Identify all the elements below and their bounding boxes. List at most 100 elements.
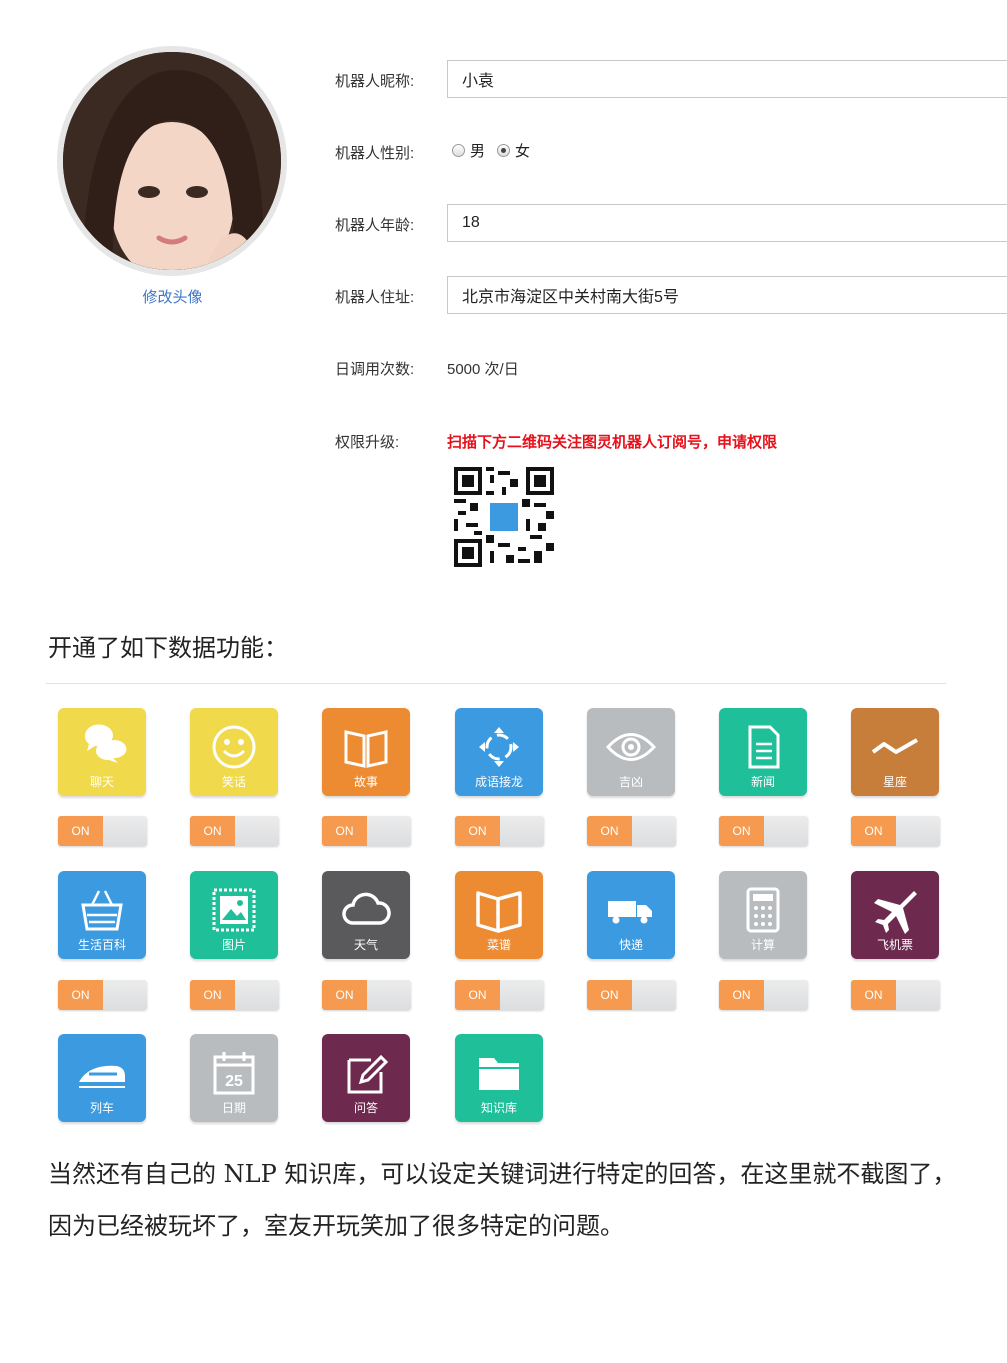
- feature-label: 天气: [353, 938, 378, 952]
- feature-toggle[interactable]: ON: [190, 980, 279, 1010]
- divider: [46, 683, 946, 684]
- feature-tile[interactable]: 成语接龙: [455, 708, 543, 796]
- address-label: 机器人住址:: [335, 289, 415, 306]
- chat-icon: [84, 724, 127, 763]
- daily-calls-value: 5000 次/日: [447, 361, 519, 378]
- feature-label: 快递: [618, 938, 643, 952]
- feature-label: 计算: [750, 938, 775, 952]
- folder-icon: [479, 1058, 519, 1090]
- toggle-on-label: ON: [322, 980, 367, 1010]
- feature-tile[interactable]: 问答: [322, 1034, 410, 1122]
- feature-label: 笑话: [221, 775, 246, 789]
- toggle-on-label: ON: [322, 816, 367, 846]
- feature-label: 菜谱: [486, 938, 511, 952]
- toggle-on-label: ON: [190, 816, 235, 846]
- feature-toggle[interactable]: ON: [719, 816, 808, 846]
- book-icon: [344, 730, 388, 768]
- feature-tile[interactable]: 笑话: [190, 708, 278, 796]
- basket-icon: [81, 890, 123, 931]
- feature-label: 列车: [89, 1101, 114, 1115]
- train-icon: [79, 1065, 125, 1088]
- address-input[interactable]: [447, 276, 1007, 314]
- feature-label: 吉凶: [618, 775, 643, 789]
- toggle-on-label: ON: [455, 980, 500, 1010]
- features-heading: 开通了如下数据功能：: [48, 634, 288, 662]
- calendar-day-label: 25: [225, 1073, 243, 1090]
- age-label: 机器人年龄:: [335, 217, 415, 234]
- feature-toggle[interactable]: ON: [455, 816, 544, 846]
- toggle-knob: [500, 980, 544, 1010]
- feature-tile[interactable]: 天气: [322, 871, 410, 959]
- age-input[interactable]: [447, 204, 1007, 242]
- feature-tile[interactable]: 聊天: [58, 708, 146, 796]
- feature-tile[interactable]: 知识库: [455, 1034, 543, 1122]
- toggle-on-label: ON: [455, 816, 500, 846]
- feature-toggle[interactable]: ON: [190, 816, 279, 846]
- truck-icon: [608, 901, 652, 924]
- feature-tile[interactable]: 菜谱: [455, 871, 543, 959]
- avatar-frame: [57, 46, 287, 276]
- feature-label: 聊天: [89, 775, 114, 789]
- toggle-knob: [764, 816, 808, 846]
- feature-label: 星座: [882, 775, 907, 789]
- feature-tile[interactable]: 飞机票: [851, 871, 939, 959]
- feature-tile[interactable]: 星座: [851, 708, 939, 796]
- edit-icon: [347, 1054, 389, 1094]
- picture-icon: [212, 888, 256, 932]
- toggle-knob: [103, 816, 147, 846]
- feature-toggle[interactable]: ON: [58, 980, 147, 1010]
- feature-tile[interactable]: 计算: [719, 871, 807, 959]
- feature-toggle[interactable]: ON: [719, 980, 808, 1010]
- feature-toggle[interactable]: ON: [587, 816, 676, 846]
- feature-label: 生活百科: [77, 938, 126, 952]
- toggle-knob: [103, 980, 147, 1010]
- feature-toggle[interactable]: ON: [58, 816, 147, 846]
- nickname-label: 机器人昵称:: [335, 73, 415, 90]
- feature-toggle[interactable]: ON: [455, 980, 544, 1010]
- toggle-knob: [235, 816, 279, 846]
- toggle-knob: [896, 980, 940, 1010]
- toggle-on-label: ON: [587, 980, 632, 1010]
- feature-toggle[interactable]: ON: [851, 816, 940, 846]
- nickname-input[interactable]: [447, 60, 1007, 98]
- toggle-knob: [367, 816, 411, 846]
- feature-tile[interactable]: 新闻: [719, 708, 807, 796]
- gender-label: 机器人性别:: [335, 145, 415, 162]
- feature-label: 日期: [221, 1101, 246, 1115]
- change-avatar-link[interactable]: 修改头像: [100, 286, 245, 307]
- feature-tile[interactable]: 快递: [587, 871, 675, 959]
- toggle-knob: [896, 816, 940, 846]
- toggle-knob: [367, 980, 411, 1010]
- zigzag-icon: [871, 738, 918, 754]
- toggle-knob: [500, 816, 544, 846]
- feature-tile[interactable]: 故事: [322, 708, 410, 796]
- feature-toggle[interactable]: ON: [322, 816, 411, 846]
- toggle-knob: [632, 816, 676, 846]
- feature-tile[interactable]: 25 日期: [190, 1034, 278, 1122]
- feature-toggle[interactable]: ON: [587, 980, 676, 1010]
- feature-label: 问答: [353, 1101, 378, 1115]
- toggle-on-label: ON: [851, 980, 896, 1010]
- toggle-on-label: ON: [587, 816, 632, 846]
- feature-tile[interactable]: 生活百科: [58, 871, 146, 959]
- cycle-icon: [479, 727, 519, 767]
- feature-toggle[interactable]: ON: [322, 980, 411, 1010]
- upgrade-label: 权限升级:: [335, 434, 400, 451]
- feature-tile[interactable]: 吉凶: [587, 708, 675, 796]
- gender-radio-group: 男 女: [452, 140, 542, 161]
- toggle-on-label: ON: [719, 816, 764, 846]
- feature-toggle[interactable]: ON: [851, 980, 940, 1010]
- calculator-icon: [746, 887, 780, 933]
- gender-female-label: 女: [515, 143, 531, 160]
- toggle-knob: [764, 980, 808, 1010]
- feature-label: 故事: [353, 775, 378, 789]
- qr-code: [454, 467, 554, 567]
- gender-male-radio[interactable]: [452, 144, 465, 157]
- toggle-on-label: ON: [58, 980, 103, 1010]
- feature-tile[interactable]: 列车: [58, 1034, 146, 1122]
- daily-calls-label: 日调用次数:: [335, 361, 415, 378]
- feature-label: 知识库: [480, 1101, 517, 1115]
- feature-label: 图片: [221, 938, 246, 952]
- gender-female-radio[interactable]: [497, 144, 511, 157]
- feature-tile[interactable]: 图片: [190, 871, 278, 959]
